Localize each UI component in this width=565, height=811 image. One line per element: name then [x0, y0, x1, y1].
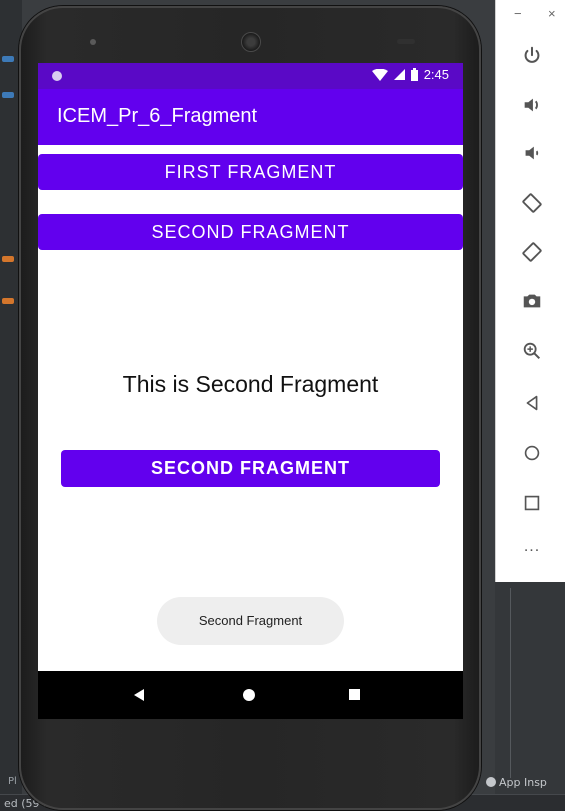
ide-marker	[2, 56, 14, 62]
volume-up-icon[interactable]	[520, 93, 544, 117]
ide-marker	[2, 256, 14, 262]
ide-tool-label[interactable]: Pl	[8, 776, 17, 787]
volume-down-icon[interactable]	[520, 141, 544, 165]
minimize-button[interactable]: −	[514, 6, 522, 21]
app-inspection-tab[interactable]: App Insp	[486, 773, 547, 791]
ide-marker	[2, 92, 14, 98]
camera-icon[interactable]	[520, 289, 544, 313]
nav-recents-icon[interactable]	[349, 689, 360, 700]
power-icon[interactable]	[520, 44, 544, 68]
notification-icon	[52, 71, 62, 81]
android-status-bar: 2:45	[38, 63, 463, 89]
ide-gutter-line	[510, 588, 511, 778]
app-inspection-icon	[486, 777, 496, 787]
close-button[interactable]: ×	[548, 6, 556, 21]
rotate-left-icon[interactable]	[520, 191, 544, 215]
fragment-text: This is Second Fragment	[122, 371, 379, 397]
toast-message: Second Fragment	[157, 597, 344, 645]
second-fragment-button[interactable]: SECOND FRAGMENT	[38, 214, 463, 250]
nav-back-icon[interactable]	[134, 689, 144, 701]
app-inspection-label: App Insp	[499, 775, 547, 789]
back-icon[interactable]	[520, 391, 544, 415]
status-time: 2:45	[423, 67, 449, 82]
first-fragment-button[interactable]: FIRST FRAGMENT	[38, 154, 463, 190]
fragment-second-button[interactable]: SECOND FRAGMENT	[61, 450, 440, 487]
zoom-icon[interactable]	[520, 339, 544, 363]
signal-icon	[393, 69, 405, 80]
overview-icon[interactable]	[520, 491, 544, 515]
phone-screen: 2:45 ICEM_Pr_6_Fragment FIRST FRAGMENT S…	[38, 63, 463, 719]
home-icon[interactable]	[520, 441, 544, 465]
android-nav-bar	[38, 671, 463, 719]
front-camera	[241, 32, 261, 52]
emulator-toolbar: − × ...	[495, 0, 565, 582]
proximity-sensor	[397, 39, 415, 44]
earpiece	[90, 39, 96, 45]
nav-home-icon[interactable]	[243, 689, 255, 701]
battery-icon	[410, 68, 418, 81]
wifi-icon	[371, 68, 388, 81]
status-icons: 2:45	[371, 67, 449, 82]
rotate-right-icon[interactable]	[520, 240, 544, 264]
more-options-button[interactable]: ...	[520, 539, 544, 555]
ide-marker	[2, 298, 14, 304]
app-title: ICEM_Pr_6_Fragment	[57, 105, 258, 127]
app-bar: ICEM_Pr_6_Fragment	[38, 89, 463, 145]
